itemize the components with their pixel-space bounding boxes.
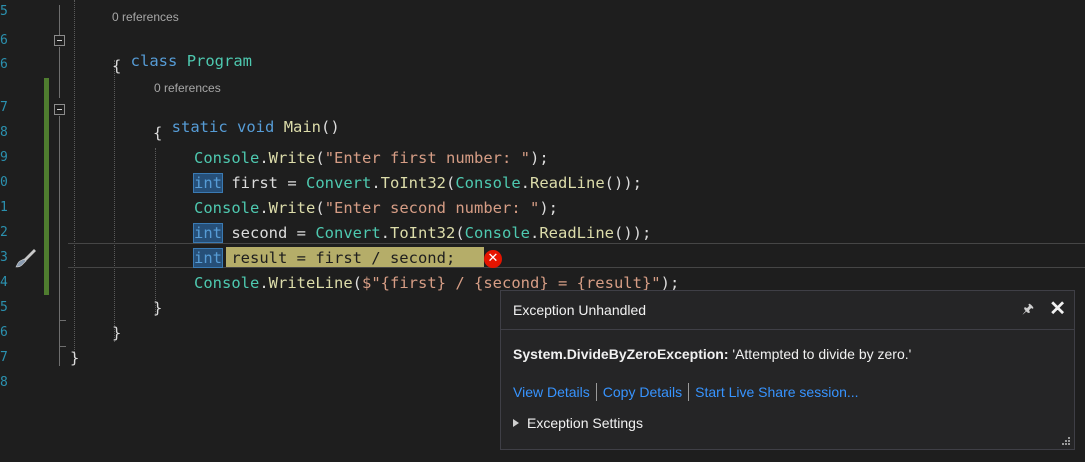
line-number: 9 (0, 150, 8, 165)
exception-settings-toggle[interactable]: Exception Settings (513, 415, 643, 431)
error-icon[interactable]: ✕ (484, 250, 502, 268)
exception-popup: Exception Unhandled 🖈 ✕ System.DivideByZ… (500, 290, 1075, 450)
exception-text: 'Attempted to divide by zero.' (728, 346, 912, 362)
link-separator (595, 383, 597, 401)
paintbrush-icon[interactable] (14, 247, 38, 269)
pin-icon[interactable]: 🖈 (1022, 300, 1034, 322)
line-number: 3 (0, 250, 8, 265)
link-separator (688, 383, 690, 401)
view-details-link[interactable]: View Details (513, 384, 590, 400)
codelens-references[interactable]: 0 references (112, 10, 179, 24)
line-number: 7 (0, 350, 8, 365)
line-number: 8 (0, 375, 8, 390)
outline-end (59, 320, 66, 321)
resize-grip-icon[interactable] (1060, 435, 1070, 445)
int-keyword-highlight: int (193, 223, 223, 243)
popup-divider (501, 329, 1074, 330)
code-line-read-first[interactable]: int first = Convert.ToInt32(Console.Read… (193, 173, 642, 193)
code-line-read-second[interactable]: int second = Convert.ToInt32(Console.Rea… (193, 223, 651, 243)
line-number: 7 (0, 100, 8, 115)
line-number: 2 (0, 225, 8, 240)
line-number: 1 (0, 200, 8, 215)
code-line-brace[interactable]: } (70, 348, 79, 368)
indent-guide (155, 148, 156, 316)
collapse-class-icon[interactable] (54, 35, 65, 46)
line-number: 4 (0, 275, 8, 290)
outline-line (59, 5, 60, 35)
code-line-brace[interactable]: { (112, 56, 121, 76)
popup-title: Exception Unhandled (513, 302, 647, 318)
popup-links: View Details Copy Details Start Live Share… (513, 383, 859, 401)
editor-gutter: 5 6 6 7 8 9 0 1 2 3 4 5 6 7 8 (0, 0, 49, 462)
int-keyword-highlight: int (193, 248, 223, 268)
close-icon[interactable]: ✕ (1049, 296, 1066, 321)
copy-details-link[interactable]: Copy Details (603, 384, 682, 400)
live-share-link[interactable]: Start Live Share session... (695, 384, 858, 400)
code-line-divide[interactable]: int result = first / second; (193, 248, 456, 268)
line-number: 5 (0, 300, 8, 315)
code-line-write-first[interactable]: Console.Write("Enter first number: "); (194, 148, 549, 168)
outline-line (59, 346, 60, 366)
code-line-brace[interactable]: } (112, 323, 121, 343)
exception-type: System.DivideByZeroException: (513, 346, 729, 362)
outline-line (59, 116, 60, 346)
indent-guide (114, 60, 115, 342)
code-line-write-second[interactable]: Console.Write("Enter second number: "); (194, 198, 558, 218)
line-number: 6 (0, 33, 8, 48)
line-number: 6 (0, 325, 8, 340)
line-number: 8 (0, 125, 8, 140)
code-line-class[interactable]: class Program (112, 31, 252, 71)
expand-triangle-icon (513, 419, 519, 427)
int-keyword-highlight: int (193, 173, 223, 193)
collapse-method-icon[interactable] (54, 104, 65, 115)
code-line-brace[interactable]: } (153, 298, 162, 318)
indent-guide (74, 0, 75, 362)
exception-message: System.DivideByZeroException: 'Attempted… (513, 346, 911, 362)
change-indicator (44, 78, 49, 295)
exception-settings-label: Exception Settings (527, 415, 643, 431)
line-number: 0 (0, 175, 8, 190)
code-line-brace[interactable]: { (153, 123, 162, 143)
current-statement: result = first / second; (222, 249, 456, 267)
outline-end (59, 346, 66, 347)
codelens-references[interactable]: 0 references (154, 81, 221, 95)
outline-line (59, 47, 60, 98)
code-line-main[interactable]: static void Main() (153, 97, 340, 137)
line-number: 6 (0, 57, 8, 72)
line-number: 5 (0, 4, 8, 19)
